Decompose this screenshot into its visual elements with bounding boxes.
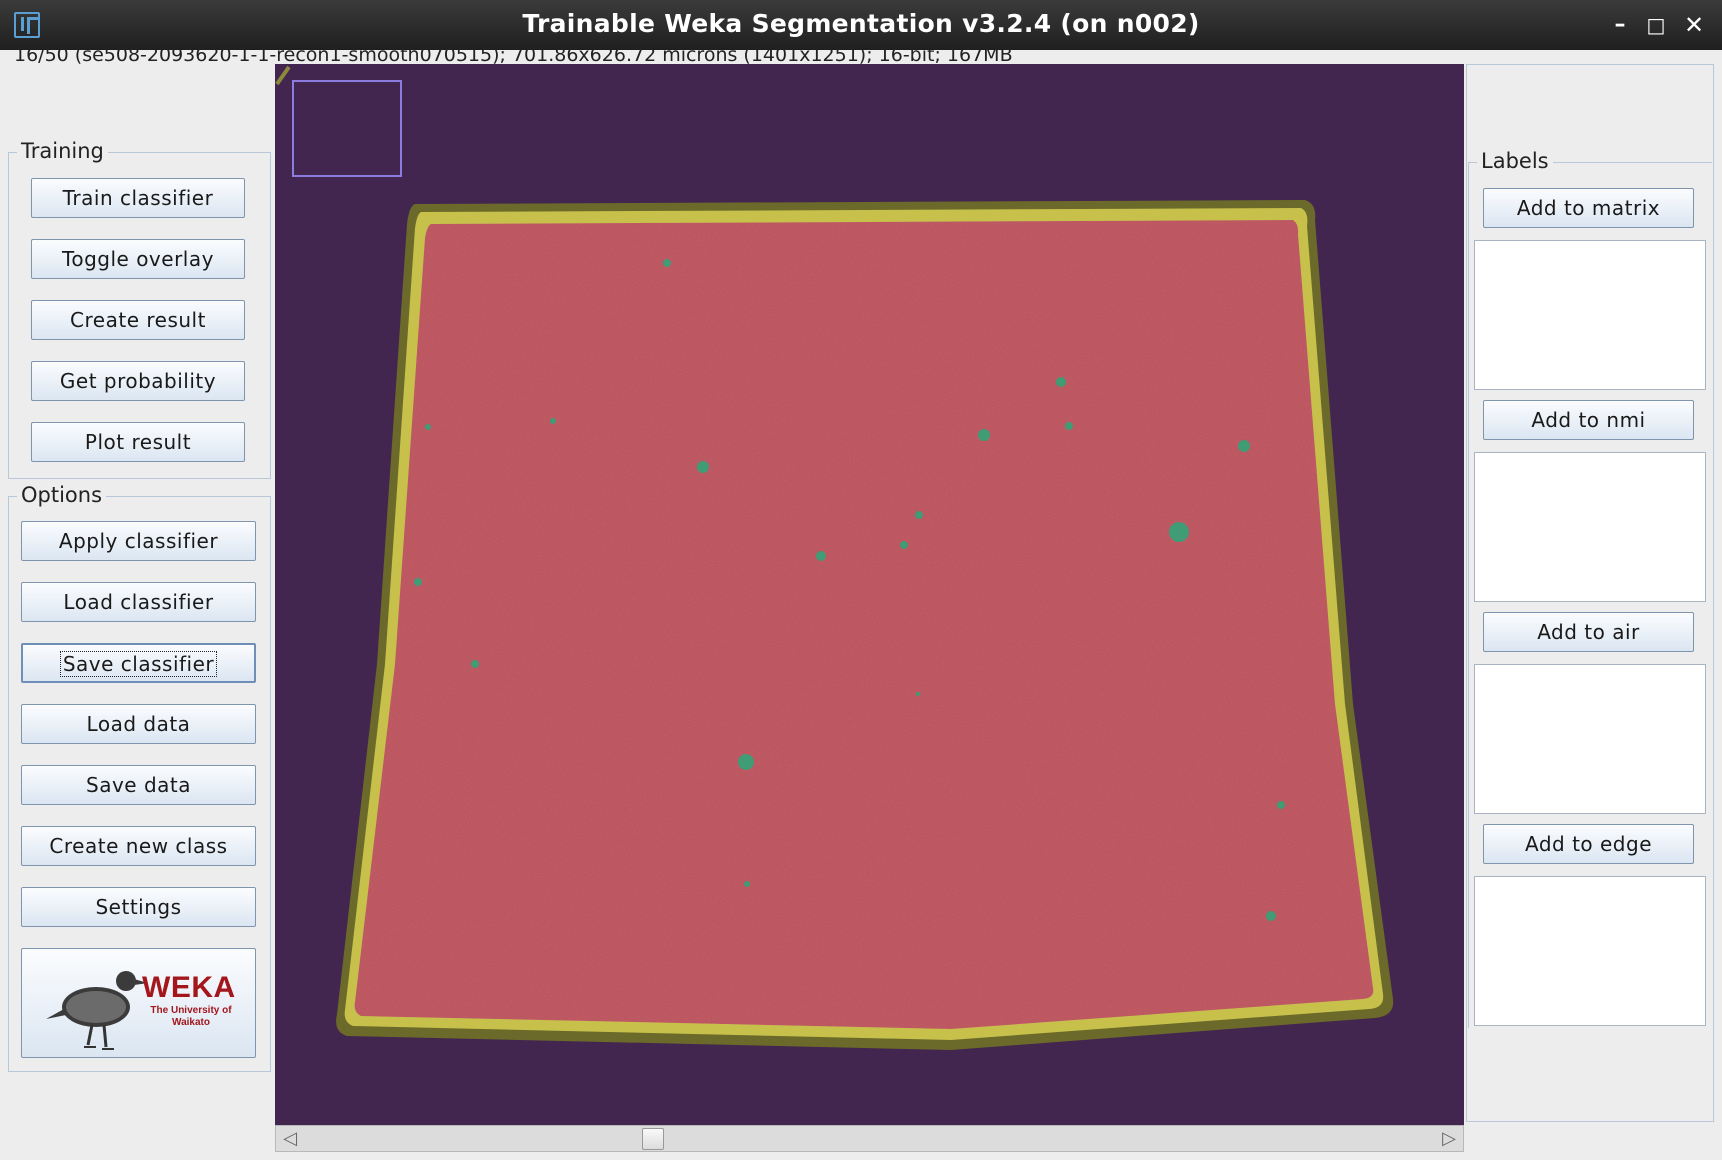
title-bar: Trainable Weka Segmentation v3.2.4 (on n… xyxy=(0,0,1722,50)
toggle-overlay-button[interactable]: Toggle overlay xyxy=(31,239,245,279)
add-to-air-button[interactable]: Add to air xyxy=(1483,612,1694,652)
create-result-button[interactable]: Create result xyxy=(31,300,245,340)
scroll-left-arrow-icon[interactable]: ◁ xyxy=(278,1127,302,1151)
load-data-button[interactable]: Load data xyxy=(21,704,256,744)
close-icon[interactable]: ✕ xyxy=(1680,11,1708,39)
labels-title: Labels xyxy=(1477,149,1553,173)
save-classifier-label: Save classifier xyxy=(59,651,218,677)
create-new-class-button[interactable]: Create new class xyxy=(21,826,256,866)
weka-bird-icon xyxy=(46,971,144,1050)
roi-selection[interactable] xyxy=(292,80,402,177)
scroll-right-arrow-icon[interactable]: ▷ xyxy=(1437,1127,1461,1151)
save-classifier-button[interactable]: Save classifier xyxy=(21,643,256,683)
scroll-thumb[interactable] xyxy=(642,1128,664,1150)
image-canvas[interactable] xyxy=(275,64,1464,1125)
minimize-icon[interactable]: – xyxy=(1606,11,1634,39)
add-to-nmi-button[interactable]: Add to nmi xyxy=(1483,400,1694,440)
horizontal-scrollbar[interactable]: ◁ ▷ xyxy=(275,1125,1464,1152)
weka-wordmark: WEKA xyxy=(142,971,236,1004)
edge-trace-list[interactable] xyxy=(1474,876,1706,1026)
air-trace-list[interactable] xyxy=(1474,664,1706,814)
image-info: 16/50 (se508-2093620-1-1-recon1-smooth07… xyxy=(14,44,1013,66)
add-to-matrix-button[interactable]: Add to matrix xyxy=(1483,188,1694,228)
save-data-button[interactable]: Save data xyxy=(21,765,256,805)
nmi-trace-list[interactable] xyxy=(1474,452,1706,602)
maximize-icon[interactable]: □ xyxy=(1642,11,1670,39)
segmentation-overlay xyxy=(275,65,1394,1050)
apply-classifier-button[interactable]: Apply classifier xyxy=(21,521,256,561)
window-title: Trainable Weka Segmentation v3.2.4 (on n… xyxy=(522,9,1200,38)
get-probability-button[interactable]: Get probability xyxy=(31,361,245,401)
weka-logo-button[interactable]: WEKA The University of Waikato xyxy=(21,948,256,1058)
weka-subtitle: The University of Waikato xyxy=(150,1005,232,1028)
training-title: Training xyxy=(17,139,108,163)
plot-result-button[interactable]: Plot result xyxy=(31,422,245,462)
load-classifier-button[interactable]: Load classifier xyxy=(21,582,256,622)
matrix-trace-list[interactable] xyxy=(1474,240,1706,390)
settings-button[interactable]: Settings xyxy=(21,887,256,927)
train-classifier-button[interactable]: Train classifier xyxy=(31,178,245,218)
matrix-region xyxy=(354,220,1374,1029)
add-to-edge-button[interactable]: Add to edge xyxy=(1483,824,1694,864)
options-title: Options xyxy=(17,483,107,507)
roi-corner-mark xyxy=(275,65,291,86)
